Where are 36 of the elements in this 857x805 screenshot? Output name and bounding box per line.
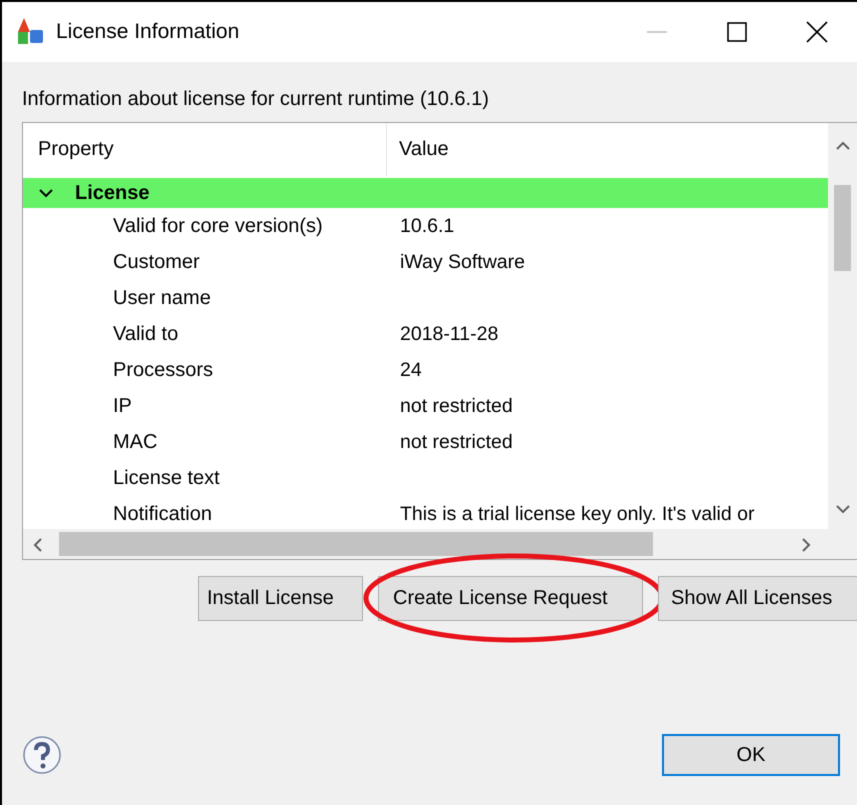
maximize-icon[interactable] (727, 22, 747, 42)
description-label: Information about license for current runtime (10.6.1) (22, 88, 490, 112)
column-header[interactable]: Property (23, 123, 387, 176)
property-cell-text: Processors (112, 358, 214, 382)
help-icon[interactable] (22, 735, 62, 775)
scrollbar-thumb[interactable] (59, 532, 653, 556)
window-title: License Information (56, 20, 240, 44)
scroll-down-icon[interactable] (836, 504, 850, 514)
value-cell: 2018-11-28 (400, 322, 498, 346)
group-label: License (75, 182, 150, 204)
property-cell-text: User name (112, 286, 212, 310)
close-icon[interactable] (806, 21, 828, 43)
value-cell: 24 (400, 358, 422, 382)
action-button[interactable]: Show All Licenses (658, 576, 857, 621)
property-cell-text: Valid for core version(s) (112, 214, 324, 238)
value-cell: 10.6.1 (400, 214, 454, 238)
app-icon (16, 18, 46, 46)
property-cell-text: Notification (112, 502, 213, 526)
property-cell-text: Valid to (112, 322, 180, 346)
scroll-up-icon[interactable] (836, 141, 850, 151)
scroll-left-icon[interactable] (33, 538, 43, 552)
scroll-right-icon[interactable] (801, 538, 811, 552)
property-cell-text: MAC (112, 430, 158, 454)
value-cell: not restricted (400, 430, 513, 454)
action-button[interactable]: Install License (198, 576, 363, 621)
column-header[interactable]: Value (387, 123, 827, 176)
tree-row[interactable]: License (23, 178, 828, 208)
ok-button[interactable]: OK (662, 734, 840, 776)
value-cell: iWay Software (400, 250, 525, 274)
property-cell-text: License text (112, 466, 221, 490)
action-button[interactable]: Create License Request (378, 576, 643, 621)
value-cell: not restricted (400, 394, 513, 418)
value-cell: This is a trial license key only. It's valid or (400, 502, 754, 526)
property-cell-text: Customer (112, 250, 201, 274)
property-cell-text: IP (112, 394, 133, 418)
scrollbar-thumb[interactable] (834, 185, 851, 271)
